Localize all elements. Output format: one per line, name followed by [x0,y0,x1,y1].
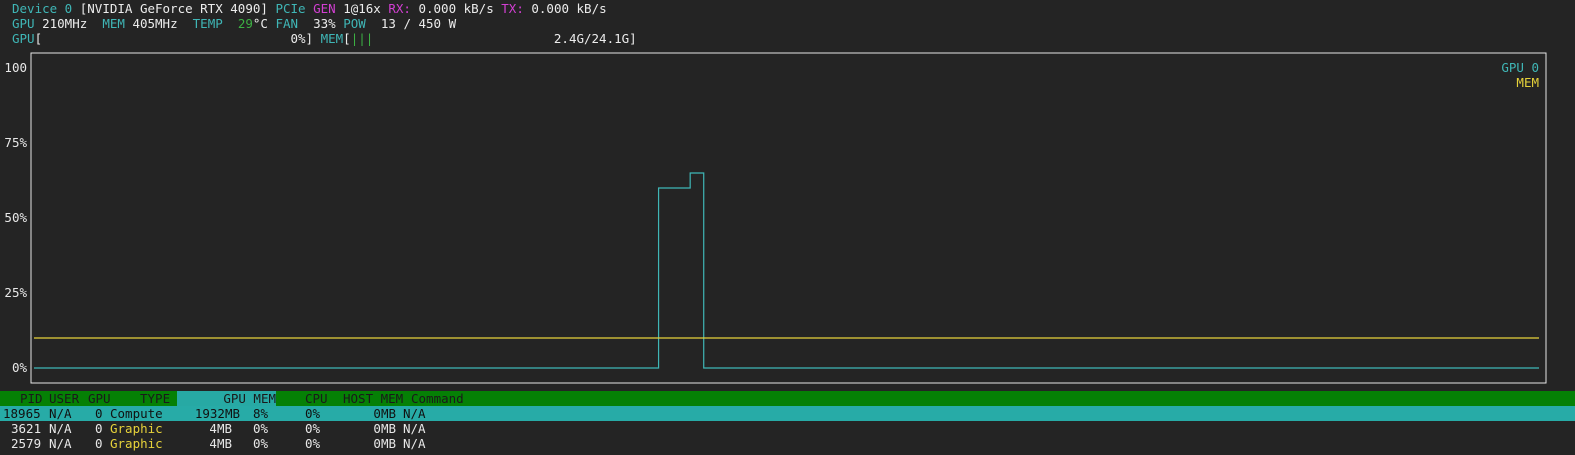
chart-border [30,52,1547,384]
header-pid[interactable]: PID [20,391,43,406]
process-row-selected[interactable]: 18965 N/A 0 Compute 1932MB 8% 0% 0MB N/A [0,406,1575,421]
process-row[interactable]: 2579 N/A 0 Graphic 4MB 0% 0% 0MB N/A [0,436,1575,451]
tx-value: 0.000 kB/s [531,1,607,16]
host-mem: 0MB [373,421,396,436]
gpu-bar-open: [ [34,31,43,46]
process-table-header: PID USER GPU TYPE GPU MEM CPU HOST MEM C… [0,391,1575,406]
command: N/A [403,421,426,436]
gpu-bar-label: GPU [12,31,35,46]
rx-label: RX: [388,1,411,16]
pid: 2579 [11,436,42,451]
device-info-line: Device 0 [NVIDIA GeForce RTX 4090] PCIe … [12,1,607,16]
y-tick-label: 50% [4,210,27,225]
mem-clock-label: MEM [102,16,125,31]
temp-value: 29 [237,16,253,31]
mem-clock-value: 405MHz [132,16,178,31]
cpu: 0% [305,421,321,436]
pid: 3621 [11,421,42,436]
y-tick-label: 75% [4,135,27,150]
chart-legend: GPU 0MEM [1501,60,1539,90]
legend-entry: GPU 0 [1501,60,1539,75]
gpu-clock-label: GPU [12,16,35,31]
command: N/A [403,406,426,421]
gpu-bar-value: 0%] [290,31,314,46]
pcie-label: PCIe [275,1,306,16]
gpu-mem-pct: 8% [253,406,269,421]
type: Compute [110,406,163,421]
host-mem: 0MB [373,406,396,421]
gpu-bar-fill [42,31,290,46]
process-row[interactable]: 3621 N/A 0 Graphic 4MB 0% 0% 0MB N/A [0,421,1575,436]
fan-label: FAN [275,16,299,31]
device-label: Device 0 [12,1,73,16]
pid: 18965 [3,406,41,421]
y-tick-label: 25% [4,285,27,300]
gpu-mem: 1932MB [194,406,240,421]
cpu: 0% [305,406,321,421]
gpu-index: 0 [95,421,103,436]
mem-bar-value: 2.4G/24.1G] [553,31,637,46]
user: N/A [49,436,72,451]
temp-label: TEMP [192,16,223,31]
rx-value: 0.000 kB/s [418,1,494,16]
series-line-gpu-0 [34,172,1539,369]
usage-bars-line: GPU[ 0%] MEM[||| 2.4G/24.1G] [12,31,637,46]
legend-entry: MEM [1516,75,1539,90]
gpu-mem: 4MB [209,436,232,451]
type: Graphic [110,421,163,436]
cpu: 0% [305,436,321,451]
chart-y-ticks: 100 75% 50% 25% 0% [4,60,27,375]
mem-bar-label: MEM [320,31,344,46]
power-label: POW [343,16,366,31]
header-command[interactable]: Command [411,391,464,406]
header-cpu[interactable]: CPU [305,391,328,406]
header-user[interactable]: USER [49,391,79,406]
gen-label: GEN [313,1,336,16]
power-value: 13 / 450 W [380,16,457,31]
host-mem: 0MB [373,436,396,451]
gpu-mem: 4MB [209,421,232,436]
mem-bar-fill: ||| [350,31,374,46]
command: N/A [403,436,426,451]
device-name: [NVIDIA GeForce RTX 4090] [79,1,268,16]
chart-series [34,172,1539,369]
chart-frame [30,52,1547,384]
gpu-index: 0 [95,436,103,451]
y-tick-label: 0% [12,360,28,375]
y-tick-label: 100 [4,60,27,75]
user: N/A [49,406,72,421]
gpu-mem-pct: 0% [253,421,269,436]
header-gpu[interactable]: GPU [88,391,111,406]
mem-bar-open: [ [343,31,351,46]
gen-value: 1@16x [343,1,381,16]
header-gpu-mem[interactable]: GPU MEM [177,391,276,406]
usage-chart: 100 75% 50% 25% 0% GPU 0MEM [4,52,1547,384]
user: N/A [49,421,72,436]
gpu-index: 0 [95,406,103,421]
type: Graphic [110,436,163,451]
header-type[interactable]: TYPE [140,391,170,406]
temp-unit: °C [252,16,268,31]
gpu-mem-pct: 0% [253,436,269,451]
tx-label: TX: [501,1,524,16]
header-host-mem[interactable]: HOST MEM [343,391,403,406]
stats-line: GPU 210MHz MEM 405MHz TEMP 29°C FAN 33% … [12,16,456,31]
fan-value: 33% [313,16,336,31]
gpu-clock-value: 210MHz [42,16,88,31]
